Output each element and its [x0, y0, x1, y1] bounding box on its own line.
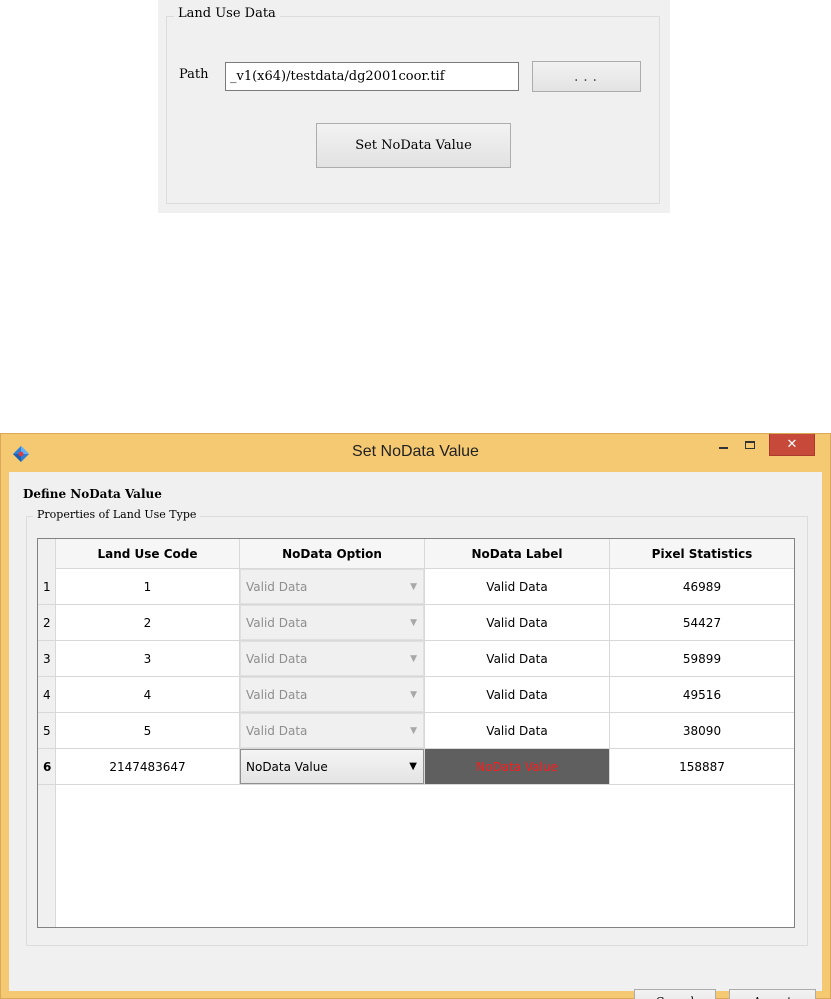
land-use-code-cell[interactable]: 5 — [56, 713, 240, 748]
define-nodata-label: Define NoData Value — [23, 487, 162, 501]
chevron-down-icon: ▼ — [410, 725, 417, 736]
land-use-panel: Land Use Data Path _v1(x64)/testdata/dg2… — [158, 0, 670, 213]
land-use-table: Land Use Code NoData Option NoData Label… — [37, 538, 795, 928]
land-use-code-cell[interactable]: 1 — [56, 569, 240, 604]
maximize-icon — [745, 441, 755, 449]
maximize-button[interactable] — [737, 434, 763, 456]
pixel-statistics-cell[interactable]: 46989 — [610, 569, 794, 604]
chevron-down-icon: ▼ — [410, 653, 417, 664]
row-header[interactable]: 2 — [38, 605, 56, 640]
corner-header[interactable] — [38, 539, 56, 569]
chevron-down-icon: ▼ — [410, 581, 417, 592]
nodata-option-select[interactable]: Valid Data ▼ — [240, 605, 424, 640]
minimize-button[interactable] — [710, 434, 736, 456]
nodata-option-select[interactable]: NoData Value ▼ — [240, 749, 424, 784]
nodata-label-cell[interactable]: Valid Data — [425, 605, 610, 640]
close-button[interactable]: ✕ — [769, 434, 815, 456]
pixel-statistics-cell[interactable]: 54427 — [610, 605, 794, 640]
properties-group-title: Properties of Land Use Type — [33, 508, 201, 521]
path-label: Path — [179, 67, 209, 82]
table-header: Land Use Code NoData Option NoData Label… — [38, 539, 794, 569]
accept-button[interactable]: Accept — [729, 989, 816, 999]
nodata-option-cell: NoData Value ▼ — [240, 749, 425, 784]
nodata-option-value: NoData Value — [246, 759, 328, 774]
nodata-option-value: Valid Data — [246, 651, 308, 666]
nodata-option-select[interactable]: Valid Data ▼ — [240, 677, 424, 712]
column-header-nodata-option[interactable]: NoData Option — [240, 539, 425, 569]
nodata-option-select[interactable]: Valid Data ▼ — [240, 713, 424, 748]
set-nodata-dialog: Set NoData Value ✕ Define NoData Value P… — [0, 433, 831, 999]
path-input[interactable]: _v1(x64)/testdata/dg2001coor.tif — [225, 62, 519, 91]
browse-button[interactable]: ... — [532, 61, 641, 92]
nodata-option-value: Valid Data — [246, 579, 308, 594]
nodata-option-cell: Valid Data ▼ — [240, 605, 425, 640]
row-header[interactable]: 4 — [38, 677, 56, 712]
table-row-selected: 6 2147483647 NoData Value ▼ NoData Value… — [38, 749, 794, 785]
column-header-nodata-label[interactable]: NoData Label — [425, 539, 610, 569]
pixel-statistics-cell[interactable]: 59899 — [610, 641, 794, 676]
land-use-code-cell[interactable]: 2 — [56, 605, 240, 640]
table-row: 1 1 Valid Data ▼ Valid Data 46989 — [38, 569, 794, 605]
nodata-option-cell: Valid Data ▼ — [240, 641, 425, 676]
nodata-label-cell[interactable]: Valid Data — [425, 677, 610, 712]
row-header[interactable]: 1 — [38, 569, 56, 604]
nodata-option-value: Valid Data — [246, 687, 308, 702]
dialog-client-area: Define NoData Value Properties of Land U… — [9, 472, 822, 999]
cancel-button[interactable]: Cancel — [634, 989, 716, 999]
pixel-statistics-cell[interactable]: 38090 — [610, 713, 794, 748]
table-row: 2 2 Valid Data ▼ Valid Data 54427 — [38, 605, 794, 641]
table-row: 4 4 Valid Data ▼ Valid Data 49516 — [38, 677, 794, 713]
land-use-code-cell[interactable]: 2147483647 — [56, 749, 240, 784]
window-title: Set NoData Value — [352, 443, 479, 460]
land-use-code-cell[interactable]: 3 — [56, 641, 240, 676]
nodata-option-cell: Valid Data ▼ — [240, 569, 425, 604]
nodata-option-cell: Valid Data ▼ — [240, 713, 425, 748]
nodata-label-cell[interactable]: Valid Data — [425, 569, 610, 604]
nodata-label-cell[interactable]: Valid Data — [425, 713, 610, 748]
chevron-down-icon: ▼ — [409, 761, 417, 772]
nodata-option-cell: Valid Data ▼ — [240, 677, 425, 712]
table-row: 5 5 Valid Data ▼ Valid Data 38090 — [38, 713, 794, 749]
table-row: 3 3 Valid Data ▼ Valid Data 59899 — [38, 641, 794, 677]
pixel-statistics-cell[interactable]: 158887 — [610, 749, 794, 784]
land-use-code-cell[interactable]: 4 — [56, 677, 240, 712]
land-use-group-title: Land Use Data — [174, 6, 280, 21]
chevron-down-icon: ▼ — [410, 617, 417, 628]
nodata-label-cell[interactable]: Valid Data — [425, 641, 610, 676]
nodata-option-value: Valid Data — [246, 723, 308, 738]
nodata-option-select[interactable]: Valid Data ▼ — [240, 569, 424, 604]
land-use-groupbox — [166, 16, 660, 204]
nodata-label-cell[interactable]: NoData Value — [425, 749, 610, 784]
row-header[interactable]: 6 — [38, 749, 56, 784]
nodata-option-select[interactable]: Valid Data ▼ — [240, 641, 424, 676]
close-icon: ✕ — [786, 437, 798, 452]
nodata-option-value: Valid Data — [246, 615, 308, 630]
titlebar[interactable]: Set NoData Value ✕ — [1, 434, 830, 472]
minimize-icon — [718, 447, 728, 449]
row-header[interactable]: 5 — [38, 713, 56, 748]
set-nodata-button[interactable]: Set NoData Value — [316, 123, 511, 168]
column-header-land-use-code[interactable]: Land Use Code — [56, 539, 240, 569]
pixel-statistics-cell[interactable]: 49516 — [610, 677, 794, 712]
column-header-pixel-statistics[interactable]: Pixel Statistics — [610, 539, 794, 569]
row-header[interactable]: 3 — [38, 641, 56, 676]
chevron-down-icon: ▼ — [410, 689, 417, 700]
